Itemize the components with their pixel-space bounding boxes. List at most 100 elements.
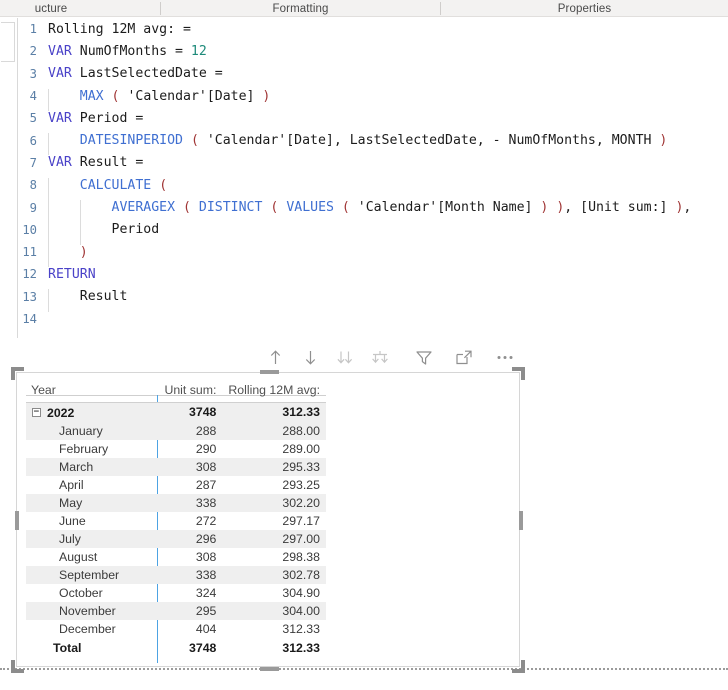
drill-on-hierarchy-icon[interactable] xyxy=(367,344,393,370)
ribbon-group-formatting-label: Formatting xyxy=(272,2,329,15)
code-line[interactable]: 1 Rolling 12M avg: = xyxy=(18,18,728,40)
table-row[interactable]: November 295 304.00 xyxy=(26,601,326,620)
code-line[interactable]: 5 VAR Period = xyxy=(18,107,728,129)
code-text: DATESINPERIOD ( 'Calendar'[Date], LastSe… xyxy=(44,133,667,156)
table-row-group[interactable]: −2022 3748 312.33 xyxy=(26,402,326,422)
code-line[interactable]: 10 Period xyxy=(18,219,728,245)
row-label: January xyxy=(59,423,103,438)
code-line[interactable]: 8 CALCULATE ( xyxy=(18,174,728,201)
group-unit-sum-cell: 3748 xyxy=(149,402,223,422)
row-label-cell: June xyxy=(26,512,149,530)
code-line[interactable]: 12 RETURN xyxy=(18,263,728,285)
table-row[interactable]: December 404 312.33 xyxy=(26,620,326,638)
resize-handle-right[interactable] xyxy=(519,511,523,530)
table-row[interactable]: March 308 295.33 xyxy=(26,457,326,476)
column-header-unit-sum[interactable]: Unit sum: xyxy=(149,379,223,403)
dax-formula-editor[interactable]: 1 Rolling 12M avg: = 2 VAR NumOfMonths =… xyxy=(17,18,728,338)
table-row[interactable]: June 272 297.17 xyxy=(26,512,326,530)
expand-all-down-icon[interactable] xyxy=(332,344,358,370)
code-text: VAR Result = xyxy=(48,155,144,171)
page-boundary-dotted-line xyxy=(0,668,728,670)
row-label-cell: May xyxy=(26,493,150,512)
code-text: Result xyxy=(44,289,127,312)
code-line[interactable]: 4 MAX ( 'Calendar'[Date] ) xyxy=(18,85,728,111)
resize-handle-top[interactable] xyxy=(260,370,279,374)
resize-handle-left[interactable] xyxy=(15,511,19,530)
table-row[interactable]: August 308 298.38 xyxy=(26,548,326,566)
table-row[interactable]: April 287 293.25 xyxy=(26,476,326,494)
resize-handle-top-right[interactable] xyxy=(512,367,525,380)
table-row[interactable]: September 338 302.78 xyxy=(26,565,326,584)
ribbon-group-properties[interactable]: Properties xyxy=(441,0,728,17)
code-line[interactable]: 6 DATESINPERIOD ( 'Calendar'[Date], Last… xyxy=(18,129,728,156)
ribbon-group-structure[interactable]: ucture xyxy=(0,0,160,17)
code-text: AVERAGEX ( DISTINCT ( VALUES ( 'Calendar… xyxy=(44,200,691,223)
row-label: October xyxy=(59,585,103,600)
column-header-year[interactable]: Year xyxy=(26,379,150,403)
code-line[interactable]: 9 AVERAGEX ( DISTINCT ( VALUES ( 'Calend… xyxy=(18,196,728,223)
resize-handle-bottom-right[interactable] xyxy=(512,660,525,673)
row-label: March xyxy=(59,459,94,474)
code-line[interactable]: 7 VAR Result = xyxy=(18,152,728,174)
code-text: MAX ( 'Calendar'[Date] ) xyxy=(44,88,270,111)
row-label-cell: February xyxy=(26,440,149,458)
filter-icon[interactable] xyxy=(411,344,437,370)
table-row[interactable]: July 296 297.00 xyxy=(26,529,326,548)
row-rolling-cell: 297.00 xyxy=(222,529,326,548)
group-label-cell[interactable]: −2022 xyxy=(26,402,150,422)
row-rolling-cell: 289.00 xyxy=(282,441,320,456)
row-label: April xyxy=(59,477,84,492)
row-label-cell: January xyxy=(26,421,150,440)
ribbon-tab-strip: ucture Formatting Properties xyxy=(0,0,728,17)
row-label: December xyxy=(59,621,116,636)
row-unit-sum-cell: 272 xyxy=(195,513,217,528)
line-number: 14 xyxy=(22,312,37,326)
code-line[interactable]: 13 Result xyxy=(18,286,728,312)
ribbon-group-formatting[interactable]: Formatting xyxy=(161,0,440,17)
drill-down-icon[interactable] xyxy=(298,344,324,370)
matrix-table-wrapper: Year Unit sum: Rolling 12M avg: −2022 37… xyxy=(26,379,326,657)
row-rolling-cell: 295.33 xyxy=(222,457,326,476)
row-unit-sum-cell: 338 xyxy=(149,493,223,512)
drill-up-icon[interactable] xyxy=(263,344,289,370)
row-unit-sum-cell: 338 xyxy=(149,565,223,584)
resize-handle-bottom-left[interactable] xyxy=(11,660,24,673)
resize-handle-top-left[interactable] xyxy=(11,367,24,380)
row-label: February xyxy=(59,441,109,456)
partial-panel-stub xyxy=(1,22,15,62)
resize-handle-bottom[interactable] xyxy=(260,667,279,671)
group-label: 2022 xyxy=(47,405,75,420)
row-rolling-cell: 302.20 xyxy=(222,493,326,512)
row-unit-sum-cell: 308 xyxy=(195,549,217,564)
table-row-total[interactable]: Total 3748 312.33 xyxy=(26,638,326,657)
line-number: 13 xyxy=(22,289,37,304)
code-line[interactable]: 11 ) xyxy=(18,241,728,267)
line-number: 11 xyxy=(22,245,37,260)
code-line[interactable]: 2 VAR NumOfMonths = 12 xyxy=(18,40,728,62)
focus-mode-icon[interactable] xyxy=(452,344,478,370)
line-number: 1 xyxy=(29,22,37,37)
total-unit-sum-cell: 3748 xyxy=(189,640,217,655)
row-label: July xyxy=(59,531,81,546)
table-row[interactable]: May 338 302.20 xyxy=(26,493,326,512)
row-label: June xyxy=(59,513,86,528)
row-label-cell: November xyxy=(26,601,150,620)
matrix-body: −2022 3748 312.33 January 288 288.00 Feb… xyxy=(26,402,326,657)
row-label-cell: December xyxy=(26,620,149,638)
code-line[interactable]: 3 VAR LastSelectedDate = xyxy=(18,63,728,85)
table-row[interactable]: October 324 304.90 xyxy=(26,584,326,602)
row-label-cell: October xyxy=(26,584,149,602)
row-label: September xyxy=(59,567,120,582)
matrix-visual[interactable]: Year Unit sum: Rolling 12M avg: −2022 37… xyxy=(11,367,525,673)
row-unit-sum-cell: 288 xyxy=(149,421,223,440)
table-row[interactable]: February 290 289.00 xyxy=(26,440,326,458)
table-row[interactable]: January 288 288.00 xyxy=(26,421,326,440)
column-header-rolling-avg[interactable]: Rolling 12M avg: xyxy=(222,379,326,403)
code-line[interactable]: 14 xyxy=(18,308,728,330)
collapse-icon[interactable]: − xyxy=(32,408,41,418)
row-unit-sum-cell: 404 xyxy=(195,621,217,636)
row-label-cell: April xyxy=(26,476,149,494)
row-label-cell: July xyxy=(26,529,150,548)
row-rolling-cell: 297.17 xyxy=(282,513,320,528)
group-rolling-cell: 312.33 xyxy=(222,402,326,422)
